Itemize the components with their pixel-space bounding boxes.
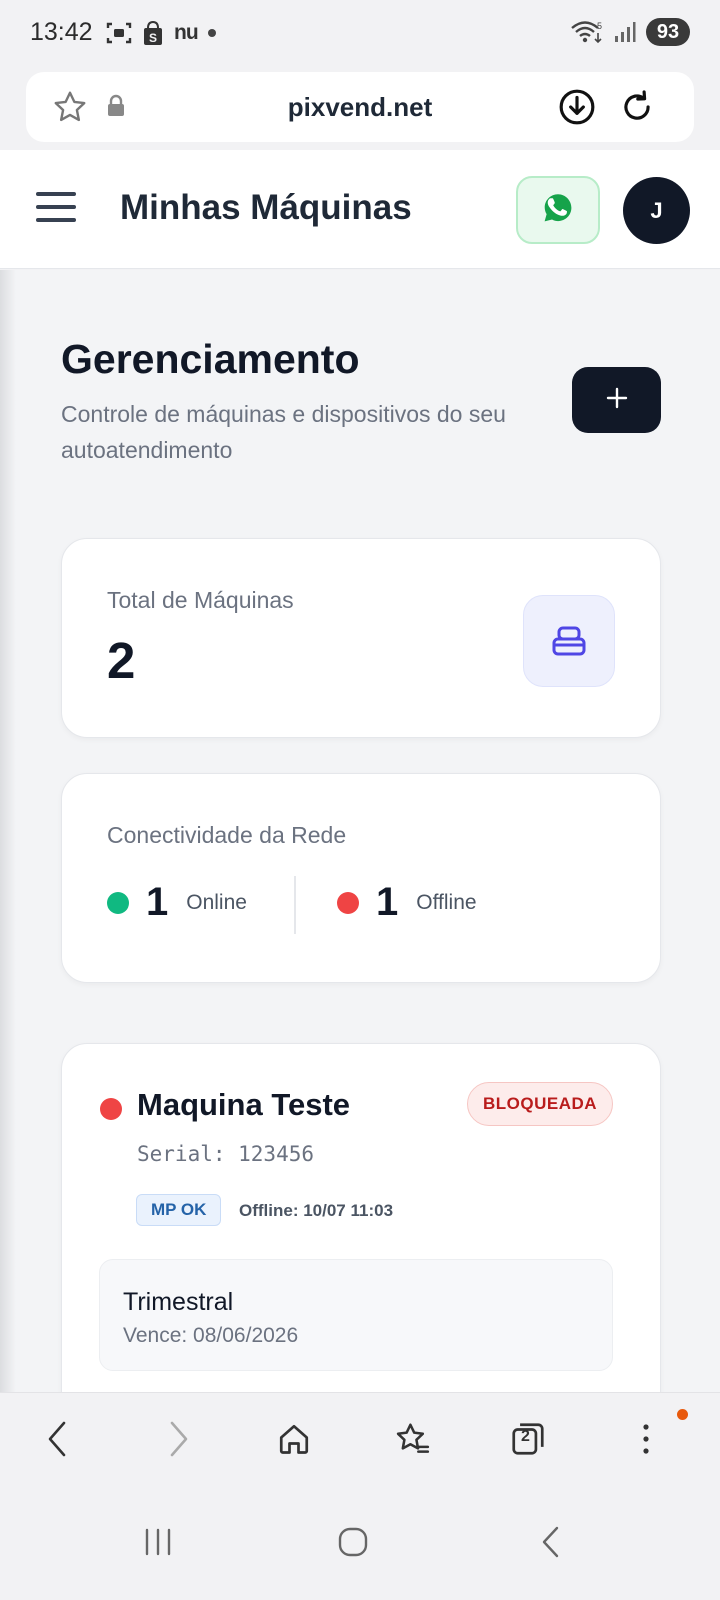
- total-machines-card: Total de Máquinas 2: [61, 538, 661, 738]
- signal-icon: [614, 21, 636, 43]
- machine-name: Maquina Teste: [137, 1087, 351, 1122]
- nu-icon: nu: [174, 21, 199, 44]
- svg-text:S: S: [149, 31, 157, 45]
- plan-box: Trimestral Vence: 08/06/2026: [99, 1259, 613, 1371]
- page-subtitle: Controle de máquinas e dispositivos do s…: [61, 401, 506, 463]
- offline-count: 1: [376, 880, 399, 924]
- wifi-icon: 5: [570, 19, 604, 45]
- total-machines-value: 2: [107, 632, 136, 689]
- offline-since: Offline: 10/07 11:03: [239, 1201, 394, 1220]
- recent-apps-icon[interactable]: [134, 1520, 182, 1564]
- whatsapp-icon: [541, 191, 575, 230]
- back-nav-icon[interactable]: [527, 1520, 575, 1564]
- svg-text:5: 5: [597, 21, 602, 31]
- home-icon[interactable]: [270, 1415, 318, 1463]
- stat-divider: [294, 876, 296, 934]
- page-title: Gerenciamento: [61, 336, 360, 382]
- shopee-icon: S: [142, 20, 164, 46]
- status-system-icons: 5 93: [570, 18, 690, 46]
- status-badge: BLOQUEADA: [467, 1082, 613, 1126]
- browser-toolbar: 2: [0, 1392, 720, 1484]
- add-machine-button[interactable]: [572, 367, 661, 433]
- menu-icon[interactable]: [36, 192, 76, 226]
- app-header: Minhas Máquinas J: [0, 150, 720, 269]
- offline-dot-icon: [337, 891, 359, 914]
- menu-notification-dot: [677, 1409, 688, 1420]
- more-menu-icon[interactable]: [622, 1415, 670, 1463]
- tab-count: 2: [521, 1428, 530, 1445]
- plan-expiry: Vence: 08/06/2026: [123, 1324, 299, 1347]
- reload-icon[interactable]: [618, 88, 656, 131]
- status-notifications: S nu: [106, 20, 216, 46]
- total-machines-label: Total de Máquinas: [107, 587, 294, 613]
- network-label: Conectividade da Rede: [107, 822, 347, 848]
- tabs-icon[interactable]: 2: [504, 1415, 552, 1463]
- forward-icon[interactable]: [154, 1415, 202, 1463]
- battery-icon: 93: [646, 18, 690, 46]
- status-bar: 13:42 S nu 5 93: [0, 0, 720, 66]
- machine-card[interactable]: Maquina Teste BLOQUEADA Serial: 123456 M…: [61, 1043, 661, 1400]
- back-icon[interactable]: [34, 1415, 82, 1463]
- offline-stat: 1 Offline: [337, 880, 477, 925]
- machine-serial: Serial: 123456: [137, 1142, 315, 1166]
- dot-icon: [207, 29, 216, 37]
- online-label: Online: [186, 890, 247, 914]
- app-title: Minhas Máquinas: [120, 188, 412, 227]
- status-time: 13:42: [30, 18, 93, 46]
- user-avatar[interactable]: J: [623, 177, 690, 244]
- home-nav-icon[interactable]: [329, 1520, 377, 1564]
- network-connectivity-card: Conectividade da Rede 1 Online 1 Offline: [61, 773, 661, 983]
- browser-url-bar[interactable]: pixvend.net: [26, 72, 694, 142]
- whatsapp-button[interactable]: [516, 176, 600, 244]
- main-content: Gerenciamento Controle de máquinas e dis…: [0, 270, 720, 1400]
- plus-icon: [605, 386, 629, 415]
- download-icon[interactable]: [558, 88, 596, 131]
- machine-status-dot-icon: [100, 1098, 122, 1120]
- offline-label: Offline: [416, 890, 477, 914]
- online-dot-icon: [107, 891, 129, 914]
- machine-stack-icon: [523, 595, 615, 687]
- online-count: 1: [146, 880, 169, 924]
- payment-status-chip: MP OK: [136, 1194, 222, 1226]
- plan-name: Trimestral: [123, 1288, 234, 1316]
- screenshot-icon: [106, 21, 132, 45]
- bookmarks-icon[interactable]: [388, 1415, 436, 1463]
- system-nav-bar: [0, 1484, 720, 1600]
- online-stat: 1 Online: [107, 880, 247, 925]
